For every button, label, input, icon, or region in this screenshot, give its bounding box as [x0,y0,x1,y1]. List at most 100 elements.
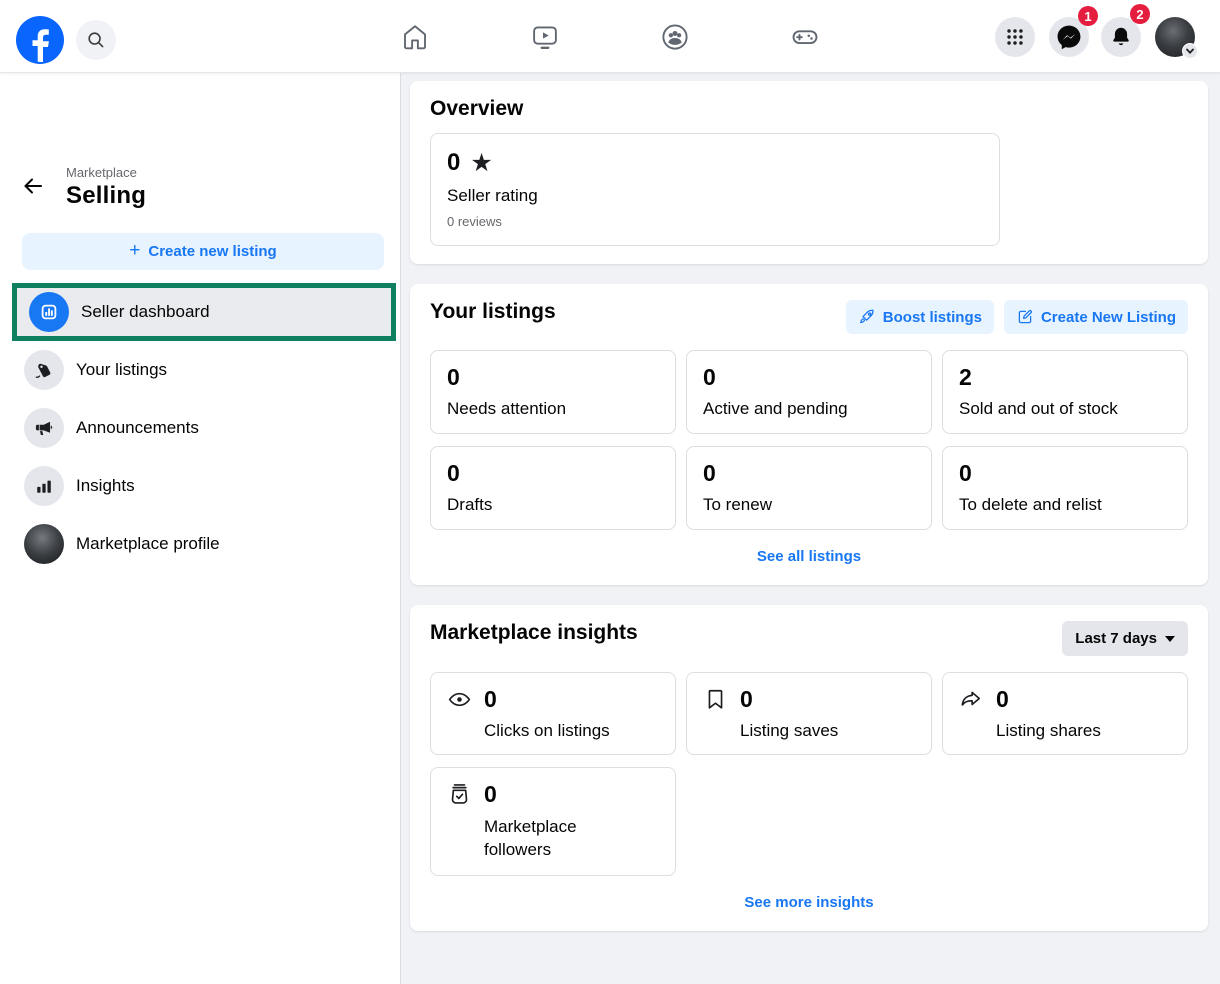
sidebar-item-insights[interactable]: Insights [0,457,400,515]
profile-photo-icon [24,524,64,564]
notifications-badge: 2 [1130,4,1150,24]
stat-sold-and-out-of-stock[interactable]: 2 Sold and out of stock [942,350,1188,434]
facebook-logo-icon [16,16,64,64]
date-range-dropdown[interactable]: Last 7 days [1062,621,1188,656]
your-listings-title: Your listings [430,300,556,324]
chevron-down-icon [1182,43,1198,59]
insight-clicks-on-listings[interactable]: 0 Clicks on listings [430,672,676,755]
sidebar-item-marketplace-profile[interactable]: Marketplace profile [0,515,400,573]
sidebar-item-label: Your listings [76,360,167,380]
see-more-insights-link[interactable]: See more insights [430,894,1188,911]
insight-listing-shares[interactable]: 0 Listing shares [942,672,1188,755]
insight-label: Clicks on listings [484,721,659,741]
stat-active-and-pending[interactable]: 0 Active and pending [686,350,932,434]
insight-value: 0 [484,686,497,713]
sidebar-item-your-listings[interactable]: Your listings [0,341,400,399]
marketplace-insights-title: Marketplace insights [430,621,638,645]
compose-icon [1016,308,1034,326]
groups-icon [660,22,690,52]
reviews-count: 0 reviews [447,214,983,229]
gaming-icon [790,22,820,52]
insight-label: Marketplace followers [484,816,596,862]
bookmark-icon [703,687,728,712]
apps-grid-icon [1004,26,1026,48]
gaming-tab[interactable] [789,21,821,53]
stat-needs-attention[interactable]: 0 Needs attention [430,350,676,434]
insight-listing-saves[interactable]: 0 Listing saves [686,672,932,755]
insight-label: Listing shares [996,721,1171,741]
plus-icon: + [129,240,140,262]
groups-tab[interactable] [659,21,691,53]
stat-value: 0 [703,364,915,391]
back-button[interactable] [20,173,46,199]
messenger-badge: 1 [1078,6,1098,26]
stat-to-renew[interactable]: 0 To renew [686,446,932,530]
rocket-icon [858,308,876,326]
boost-listings-button[interactable]: Boost listings [846,300,994,334]
chevron-down-icon [1165,636,1175,642]
seller-dashboard-highlight-annotation: Seller dashboard [12,283,396,341]
breadcrumb: Marketplace [66,165,137,180]
insight-marketplace-followers[interactable]: 0 Marketplace followers [430,767,676,876]
seller-rating-value: 0 [447,149,460,177]
stat-value: 2 [959,364,1171,391]
search-button[interactable] [76,20,116,60]
seller-rating-card[interactable]: 0 ★ Seller rating 0 reviews [430,133,1000,246]
stat-value: 0 [447,364,659,391]
insight-value: 0 [740,686,753,713]
insight-value: 0 [996,686,1009,713]
stat-label: Active and pending [703,399,915,419]
stat-drafts[interactable]: 0 Drafts [430,446,676,530]
facebook-logo[interactable] [16,16,64,64]
page-title: Selling [66,182,146,210]
boost-listings-label: Boost listings [883,309,982,326]
arrow-left-icon [21,174,45,198]
stat-label: To delete and relist [959,495,1171,515]
bar-chart-icon [24,466,64,506]
followers-icon [447,782,472,807]
sidebar-item-seller-dashboard[interactable]: Seller dashboard [17,288,391,336]
sidebar-item-label: Announcements [76,418,199,438]
insight-label: Listing saves [740,721,915,741]
stat-value: 0 [447,460,659,487]
profile-avatar[interactable] [1155,17,1195,57]
your-listings-card: Your listings Boost listings [410,284,1208,585]
stat-label: Sold and out of stock [959,399,1171,419]
sidebar-menu: Your listings Announcements [0,341,400,573]
tag-icon [24,350,64,390]
stat-label: To renew [703,495,915,515]
create-new-listing-label: Create new listing [148,243,276,260]
marketplace-insights-card: Marketplace insights Last 7 days 0 Cl [410,605,1208,931]
home-tab[interactable] [399,21,431,53]
sidebar-item-label: Insights [76,476,135,496]
create-new-listing-button-main[interactable]: Create New Listing [1004,300,1188,334]
bell-icon [1109,25,1133,49]
date-range-label: Last 7 days [1075,630,1157,647]
megaphone-icon [24,408,64,448]
star-icon: ★ [470,151,492,176]
eye-icon [447,687,472,712]
watch-icon [530,22,560,52]
search-icon [86,30,106,50]
watch-tab[interactable] [529,21,561,53]
apps-menu-button[interactable] [995,17,1035,57]
main-content: Overview 0 ★ Seller rating 0 reviews You… [401,73,1220,984]
stat-label: Needs attention [447,399,659,419]
messenger-icon [1055,23,1083,51]
stat-to-delete-and-relist[interactable]: 0 To delete and relist [942,446,1188,530]
see-all-listings-link[interactable]: See all listings [430,548,1188,565]
sidebar: Marketplace Selling + Create new listing… [0,73,401,984]
stat-value: 0 [959,460,1171,487]
sidebar-item-announcements[interactable]: Announcements [0,399,400,457]
insight-value: 0 [484,781,497,808]
stat-label: Drafts [447,495,659,515]
stat-value: 0 [703,460,915,487]
seller-rating-label: Seller rating [447,186,983,206]
create-new-listing-button[interactable]: + Create new listing [22,233,384,270]
overview-card: Overview 0 ★ Seller rating 0 reviews [410,81,1208,264]
sidebar-item-label: Seller dashboard [81,302,210,322]
home-icon [400,22,430,52]
top-navigation-bar: 1 2 [0,0,1220,73]
overview-title: Overview [430,97,1188,121]
sidebar-item-label: Marketplace profile [76,534,220,554]
